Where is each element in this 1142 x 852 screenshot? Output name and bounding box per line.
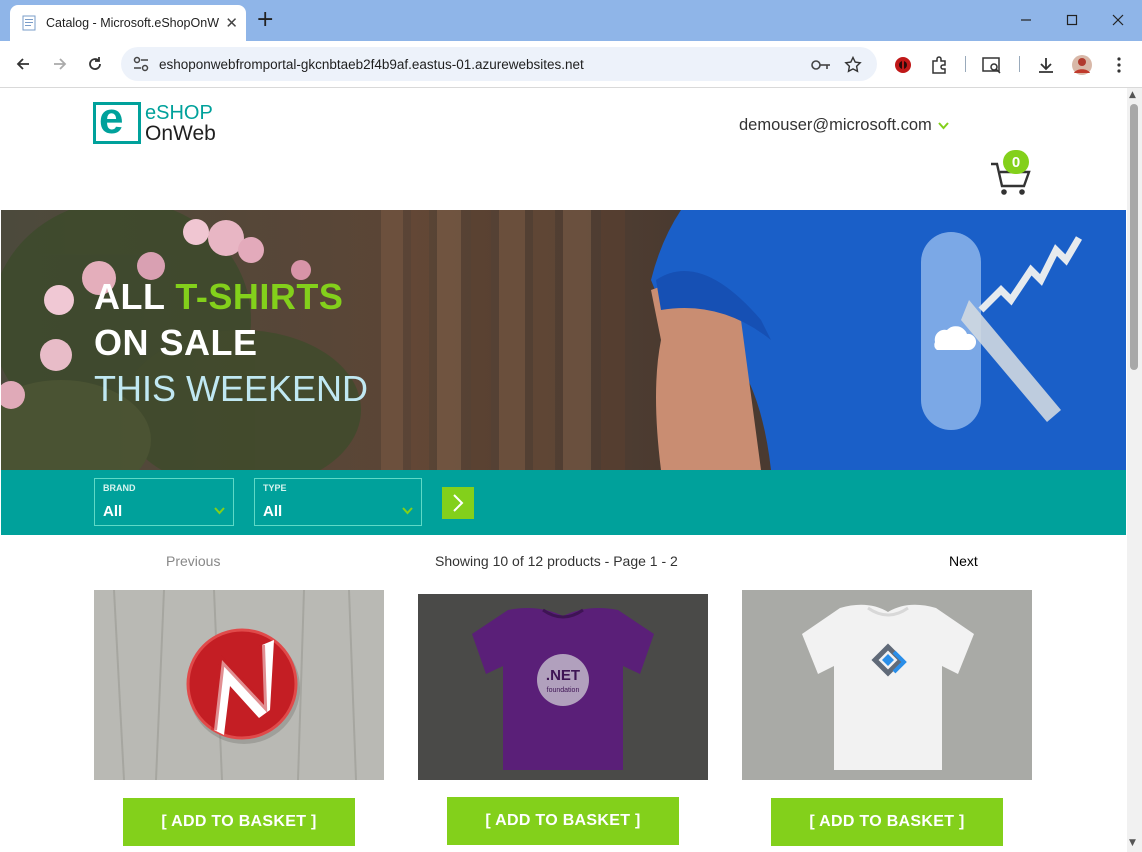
product-image-purple-tshirt[interactable]: .NET foundation [418, 594, 708, 780]
chevron-down-icon [402, 505, 413, 518]
back-button[interactable] [10, 52, 36, 76]
hero-highlight: T-SHIRTS [175, 276, 344, 317]
user-email: demouser@microsoft.com [739, 116, 932, 134]
hero-banner: ALL T-SHIRTS ON SALE THIS WEEKEND [1, 210, 1126, 470]
product-image-white-tshirt[interactable] [742, 590, 1032, 780]
cart-count-badge: 0 [1003, 150, 1029, 174]
brand-filter-value: All [103, 503, 123, 520]
product-card: .NET foundation [ ADD TO BASKET ] [418, 594, 708, 845]
extension-record-icon[interactable] [890, 52, 916, 78]
next-page-link[interactable]: Next [949, 553, 978, 569]
chevron-down-icon [214, 505, 225, 518]
add-to-basket-button[interactable]: [ ADD TO BASKET ] [123, 798, 355, 846]
shirt-text: .NET [546, 667, 580, 684]
apply-filter-button[interactable] [442, 487, 474, 519]
forward-arrow-icon [54, 58, 67, 70]
type-filter-select[interactable]: TYPE All [254, 478, 422, 526]
reload-icon [89, 57, 101, 70]
toolbar-separator [965, 56, 966, 72]
close-window-button[interactable] [1106, 8, 1130, 32]
close-icon [1112, 14, 1124, 26]
logo-bracket [123, 102, 141, 144]
brand-filter-select[interactable]: BRAND All [94, 478, 234, 526]
toolbar-separator [1019, 56, 1020, 72]
cart-button[interactable]: 0 [989, 150, 1039, 198]
type-filter-value: All [263, 503, 283, 520]
downloads-icon[interactable] [1033, 52, 1059, 78]
chevron-right-icon [453, 494, 464, 512]
scroll-down-icon[interactable]: ▼ [1129, 838, 1136, 848]
scrollbar-thumb[interactable] [1130, 104, 1138, 370]
chevron-down-icon [938, 119, 949, 133]
url-text[interactable]: eshoponwebfromportal-gkcnbtaeb2f4b9af.ea… [159, 57, 584, 72]
forward-button[interactable] [47, 52, 73, 76]
logo-letter: e [99, 94, 124, 143]
add-to-basket-button[interactable]: [ ADD TO BASKET ] [447, 797, 679, 845]
add-to-basket-button[interactable]: [ ADD TO BASKET ] [771, 798, 1003, 846]
page-content: e eSHOP OnWeb demouser@microsoft.com 0 A… [1, 88, 1126, 852]
password-key-icon[interactable] [808, 52, 834, 78]
page-icon [22, 15, 36, 31]
hero-headline-line3: THIS WEEKEND [94, 368, 369, 409]
profile-avatar[interactable] [1069, 52, 1095, 78]
browser-menu-icon[interactable] [1106, 52, 1132, 78]
scroll-up-icon[interactable]: ▲ [1129, 90, 1136, 100]
shirt-subtext: foundation [547, 687, 580, 694]
product-card: [ ADD TO BASKET ] [94, 590, 384, 846]
logo-text-onweb: OnWeb [145, 122, 216, 145]
user-menu[interactable]: demouser@microsoft.com [739, 116, 949, 135]
maximize-button[interactable] [1060, 8, 1084, 32]
pagination-status: Showing 10 of 12 products - Page 1 - 2 [435, 553, 678, 569]
type-filter-label: TYPE [263, 483, 287, 493]
tab-search-icon[interactable] [979, 52, 1005, 78]
eshop-logo[interactable]: e eSHOP OnWeb [93, 94, 233, 150]
product-card: [ ADD TO BASKET ] [742, 590, 1032, 846]
bookmark-star-icon[interactable] [840, 52, 866, 78]
reload-button[interactable] [82, 52, 108, 76]
tab-title: Catalog - Microsoft.eShopOnW [46, 16, 219, 30]
brand-filter-label: BRAND [103, 483, 136, 493]
back-arrow-icon [16, 58, 29, 70]
new-tab-button[interactable]: + [256, 8, 274, 32]
extensions-puzzle-icon[interactable] [926, 52, 952, 78]
previous-page-link[interactable]: Previous [166, 553, 220, 569]
browser-tab[interactable]: Catalog - Microsoft.eShopOnW ✕ [10, 5, 246, 41]
minimize-icon [1021, 19, 1031, 21]
close-tab-icon[interactable]: ✕ [225, 14, 238, 32]
filter-bar: BRAND All TYPE All [1, 470, 1126, 535]
hero-headline-line1: ALL T-SHIRTS [94, 276, 344, 317]
maximize-icon [1066, 14, 1078, 26]
site-settings-icon[interactable] [131, 54, 151, 74]
hero-headline-line2: ON SALE [94, 322, 258, 363]
minimize-button[interactable] [1014, 8, 1038, 32]
address-bar[interactable]: eshoponwebfromportal-gkcnbtaeb2f4b9af.ea… [121, 47, 877, 81]
product-image-red-pin[interactable] [94, 590, 384, 780]
